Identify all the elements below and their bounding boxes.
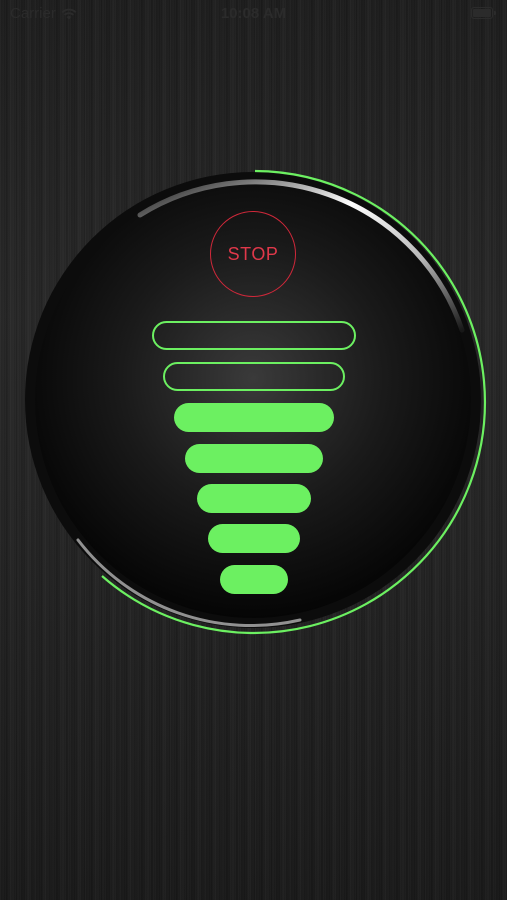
level-bar-7[interactable]: [152, 321, 356, 350]
level-bar-1[interactable]: [220, 565, 288, 594]
level-bar-6[interactable]: [163, 362, 345, 391]
stop-button[interactable]: STOP: [210, 211, 296, 297]
level-bar-4[interactable]: [185, 444, 323, 473]
level-bar-2[interactable]: [208, 524, 300, 553]
level-bar-3[interactable]: [197, 484, 311, 513]
level-dial: STOP: [0, 0, 507, 700]
screen: Carrier 10:08 AM STOP: [0, 0, 507, 900]
level-bar-5[interactable]: [174, 403, 334, 432]
dial-graphic: [25, 169, 487, 635]
